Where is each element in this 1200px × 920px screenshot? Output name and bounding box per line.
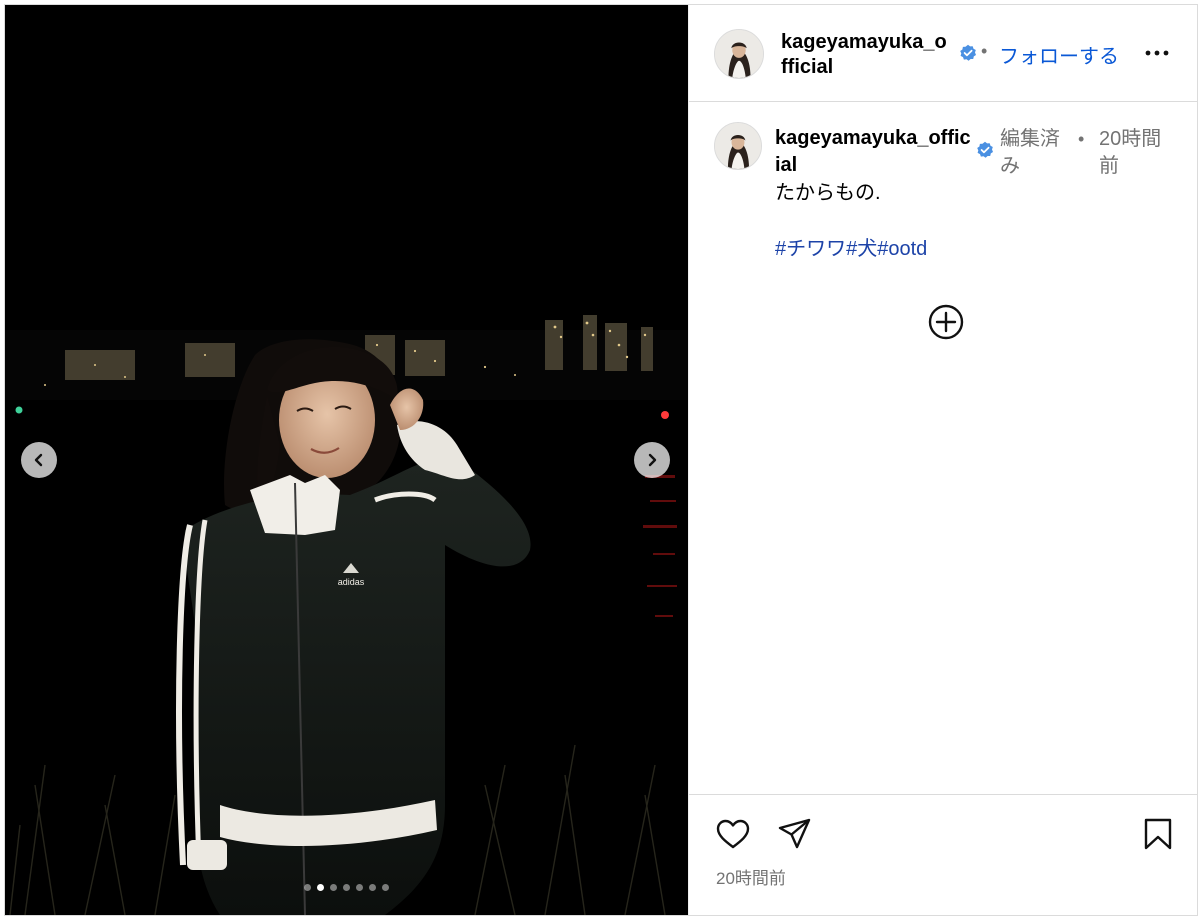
follow-button[interactable]: フォローする [999,40,1119,69]
carousel-dot [330,883,337,891]
bookmark-icon [1144,818,1172,850]
share-icon [778,818,811,849]
author-avatar[interactable] [714,29,764,79]
chevron-right-icon [648,453,657,467]
caption-author-avatar[interactable] [714,122,762,170]
carousel-dot [369,883,376,891]
carousel-dot [304,883,311,891]
hashtag-link[interactable]: #チワワ [775,238,846,260]
post-timestamp[interactable]: 20時間前 [716,864,786,889]
post-header: kageyamayuka_official • フォローする [689,5,1197,102]
jacket-logo: adidas [338,577,365,587]
like-button[interactable] [715,816,751,852]
hashtag-link[interactable]: #ootd [877,238,927,260]
post-photo: adidas [5,5,688,915]
caption-separator: • [1078,129,1085,149]
edited-label: 編集済み [1000,128,1060,177]
carousel-dot [343,883,350,891]
caption-username[interactable]: kageyamayuka_official [775,125,973,179]
verified-badge-icon [959,44,977,62]
post-details-panel: kageyamayuka_official • フォローする kageyamay… [688,5,1197,915]
chevron-left-icon [34,453,43,467]
carousel-dot [382,883,389,891]
carousel-dot [356,883,363,891]
verified-badge-icon [976,141,994,159]
hashtag-link[interactable]: #犬 [846,238,877,260]
post-media[interactable]: adidas [5,5,688,915]
save-button[interactable] [1140,816,1176,852]
actions-divider [689,794,1197,795]
next-photo-button[interactable] [634,442,670,478]
instagram-post-window: adidas kageyamayuka_official • フォローする ka… [4,4,1198,916]
more-options-icon [1145,50,1169,56]
caption-time[interactable]: 20時間前 [1099,126,1179,180]
add-circle-icon [928,304,964,340]
author-username[interactable]: kageyamayuka_official [781,30,951,80]
previous-photo-button[interactable] [21,442,57,478]
heart-icon [716,819,750,849]
more-options-button[interactable] [1142,41,1172,65]
carousel-indicator [5,882,688,892]
share-button[interactable] [777,816,813,852]
header-separator: • [981,41,988,61]
caption-hashtags: #チワワ#犬#ootd [775,235,927,263]
caption-text: たからもの. [775,182,881,204]
carousel-dot [317,883,324,891]
load-more-comments-button[interactable] [928,304,964,340]
